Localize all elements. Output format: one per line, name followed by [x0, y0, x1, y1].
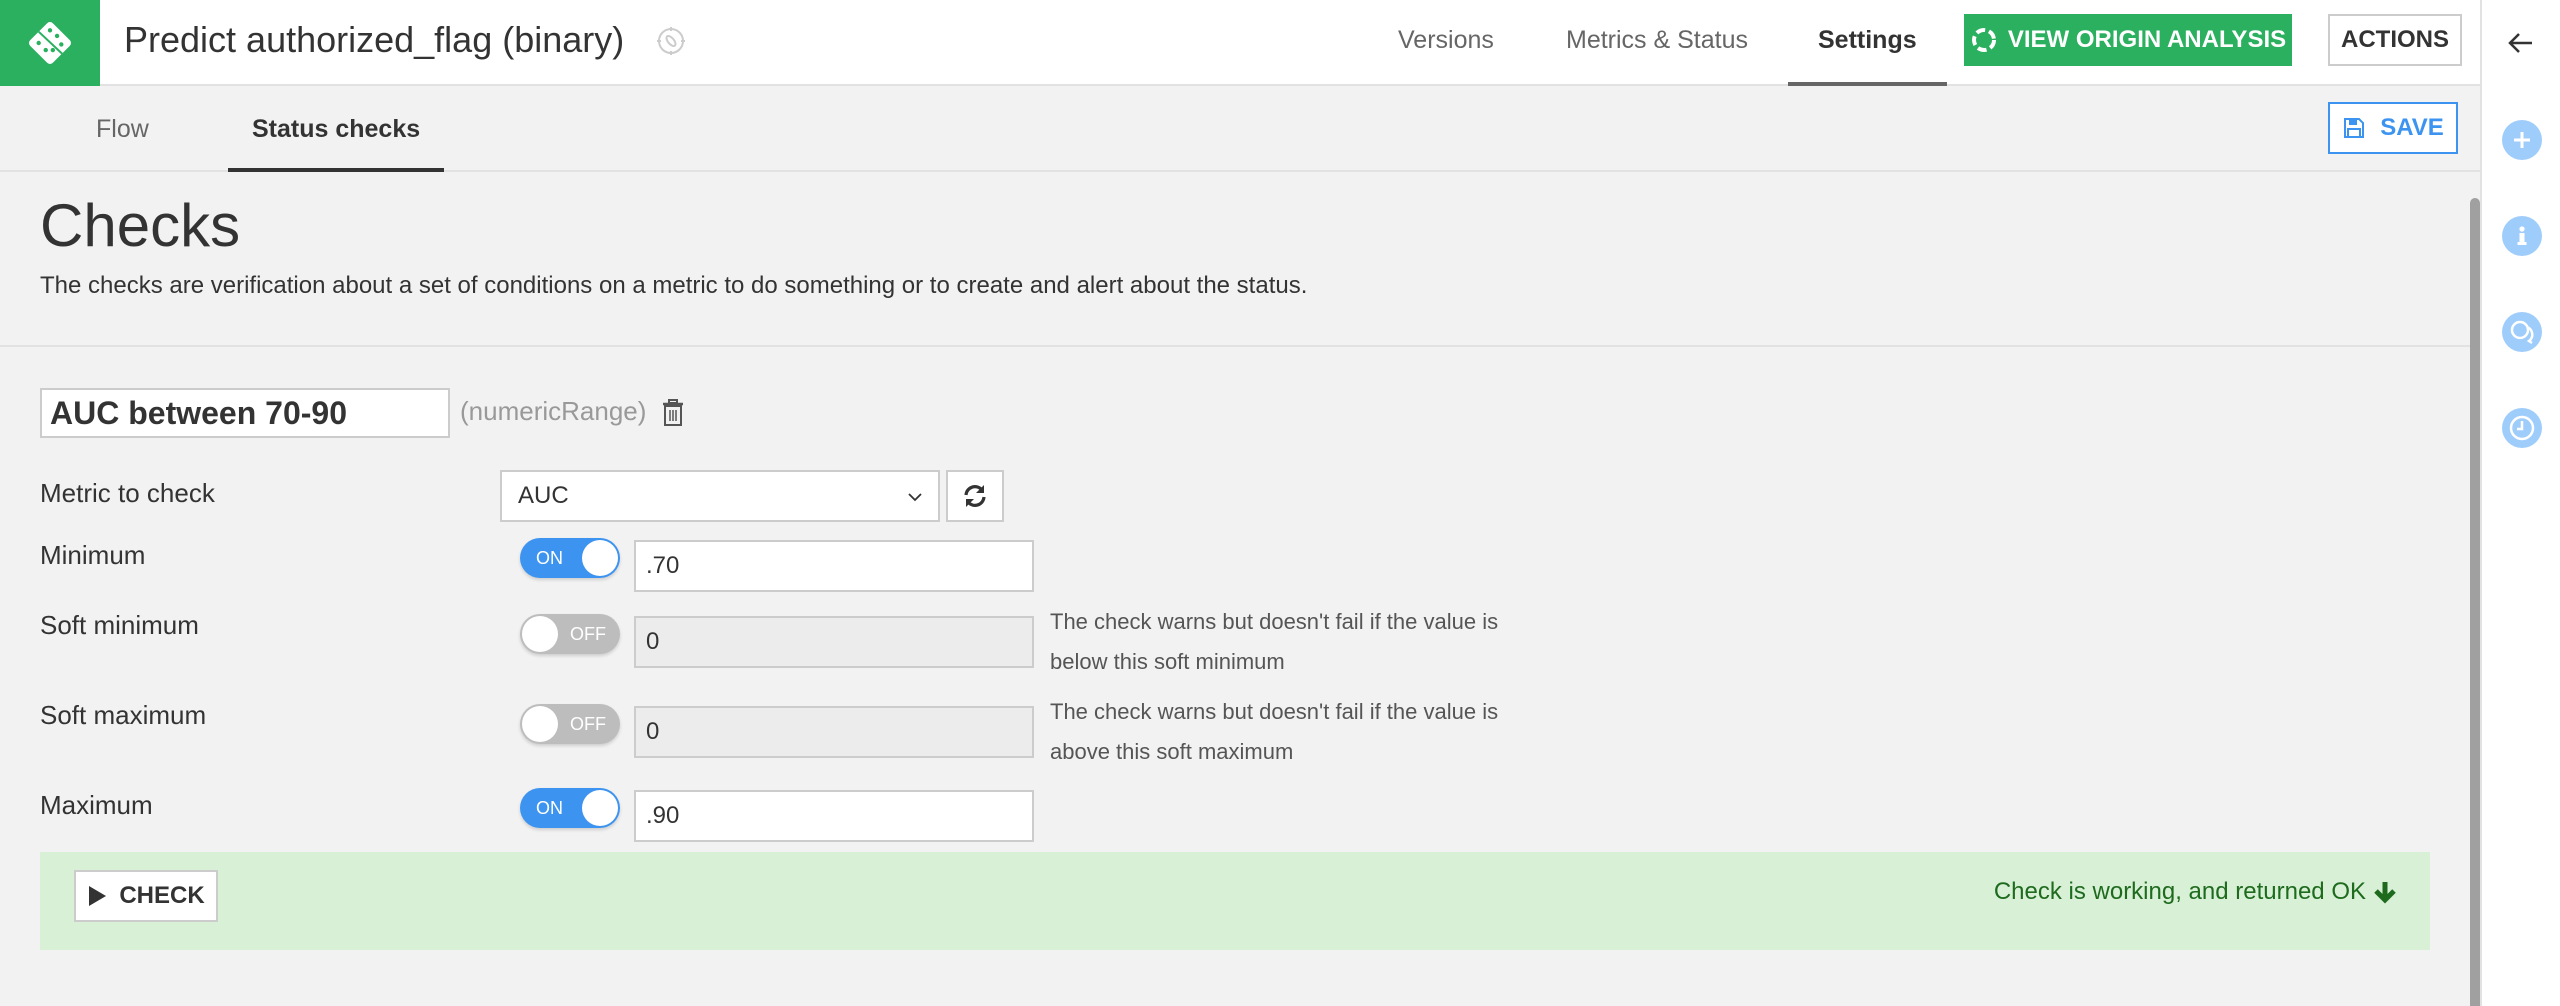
minimum-input[interactable] [634, 540, 1034, 592]
back-arrow-icon[interactable] [2504, 26, 2538, 60]
section-title: Checks [40, 192, 241, 259]
view-origin-analysis-label: VIEW ORIGIN ANALYSIS [2007, 26, 2287, 53]
page-title: Predict authorized_flag (binary) [124, 19, 625, 60]
info-button[interactable] [2502, 216, 2542, 256]
soft-minimum-help: The check warns but doesn't fail if the … [1050, 609, 1499, 674]
add-button[interactable] [2502, 120, 2542, 160]
nav-settings[interactable]: Settings [1788, 0, 1947, 86]
save-icon [2344, 118, 2365, 138]
run-check-button[interactable]: CHECK [74, 870, 218, 922]
soft-maximum-toggle-state: OFF [570, 714, 606, 734]
minimum-label: Minimum [40, 540, 146, 570]
discussions-button[interactable] [2502, 312, 2542, 352]
run-check-label: CHECK [119, 882, 205, 909]
refresh-icon [964, 485, 986, 507]
discussions-icon [2510, 320, 2534, 345]
history-button[interactable] [2502, 408, 2542, 448]
right-rail [2480, 0, 2560, 1006]
history-icon [2509, 415, 2535, 441]
check-result-text: Check is working, and returned OK [1993, 878, 2366, 905]
divider [0, 345, 2470, 347]
compass-icon[interactable] [656, 26, 686, 56]
app-logo[interactable] [0, 0, 100, 86]
toggle-knob [522, 616, 558, 652]
nav-versions[interactable]: Versions [1398, 0, 1494, 86]
trash-icon[interactable] [660, 398, 686, 428]
play-icon [89, 886, 107, 906]
toggle-knob [522, 706, 558, 742]
top-header: Predict authorized_flag (binary) Version… [0, 0, 2480, 86]
toggle-knob [582, 540, 618, 576]
soft-minimum-toggle-state: OFF [570, 624, 606, 644]
toggle-knob [582, 790, 618, 826]
tab-status-checks[interactable]: Status checks [227, 86, 445, 172]
actions-button[interactable]: ACTIONS [2328, 14, 2462, 66]
arrow-down-icon[interactable] [2374, 880, 2396, 904]
maximum-toggle-state: ON [536, 798, 563, 818]
minimum-toggle-state: ON [536, 548, 563, 568]
soft-minimum-label: Soft minimum [40, 610, 199, 640]
chevron-down-icon [908, 493, 922, 502]
soft-minimum-input[interactable] [634, 616, 1034, 668]
sub-navigation: Flow Status checks SAVE [0, 86, 2480, 172]
tab-flow[interactable]: Flow [96, 86, 149, 172]
maximum-input[interactable] [634, 790, 1034, 842]
check-type-label: (numericRange) [460, 396, 647, 426]
soft-minimum-toggle[interactable]: OFF [520, 614, 620, 654]
soft-maximum-label: Soft maximum [40, 700, 207, 730]
check-name-input[interactable] [40, 388, 450, 438]
refresh-metrics-button[interactable] [946, 470, 1004, 522]
plus-icon [2514, 132, 2530, 148]
check-result-message: Check is working, and returned OK [1994, 878, 2396, 906]
check-result-banner: CHECK Check is working, and returned OK [40, 852, 2430, 950]
soft-maximum-input[interactable] [634, 706, 1034, 758]
soft-maximum-toggle[interactable]: OFF [520, 704, 620, 744]
minimum-toggle[interactable]: ON [520, 538, 620, 578]
metric-label: Metric to check [40, 478, 215, 508]
info-icon [2517, 226, 2527, 245]
view-origin-analysis-button[interactable]: VIEW ORIGIN ANALYSIS [1964, 14, 2292, 66]
maximum-label: Maximum [40, 790, 153, 820]
maximum-toggle[interactable]: ON [520, 788, 620, 828]
save-label: SAVE [2380, 114, 2444, 141]
scrollbar[interactable] [2470, 198, 2480, 1006]
soft-maximum-help: The check warns but doesn't fail if the … [1050, 699, 1499, 764]
metric-select-value: AUC [518, 482, 569, 509]
model-icon [29, 22, 71, 64]
section-description: The checks are verification about a set … [40, 272, 1308, 299]
nav-metrics-status[interactable]: Metrics & Status [1566, 0, 1748, 86]
origin-analysis-icon [1971, 28, 1996, 52]
metric-select[interactable]: AUC [500, 470, 940, 522]
save-button[interactable]: SAVE [2328, 102, 2458, 154]
